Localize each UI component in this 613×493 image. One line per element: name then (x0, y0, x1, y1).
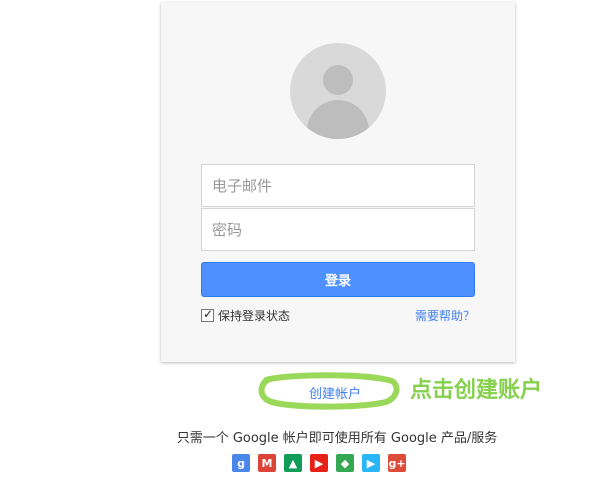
avatar-placeholder-icon (290, 43, 386, 139)
email-field[interactable] (201, 164, 475, 207)
stay-signed-in-checkbox[interactable]: ✓ (201, 306, 214, 322)
signin-button-label: 登录 (324, 274, 351, 289)
product-icons: g M ▲ ▶ ◆ ▶ g+ (232, 454, 406, 474)
google-plus-icon[interactable]: g+ (388, 454, 406, 472)
play-icon[interactable]: ▶ (362, 454, 380, 472)
stay-signed-in[interactable]: ✓ 保持登录状态 (201, 306, 290, 324)
drive-icon[interactable]: ▲ (284, 454, 302, 472)
avatar-head (323, 65, 353, 95)
password-field[interactable] (201, 208, 475, 251)
create-account-annotation: 点击创建账户 (410, 378, 543, 403)
signin-button[interactable]: 登录 (201, 262, 475, 297)
login-card: 登录 ✓ 保持登录状态 需要帮助？ (161, 2, 515, 362)
avatar-body (307, 100, 369, 139)
stay-signed-in-label: 保持登录状态 (218, 308, 291, 323)
help-link[interactable]: 需要帮助？ (415, 307, 475, 324)
youtube-icon[interactable]: ▶ (310, 454, 328, 472)
maps-icon[interactable]: ◆ (336, 454, 354, 472)
checkmark-icon: ✓ (203, 306, 214, 321)
create-account-link[interactable]: 创建帐户 (309, 383, 361, 402)
gmail-icon[interactable]: M (258, 454, 276, 472)
google-search-icon[interactable]: g (232, 454, 250, 472)
tagline: 只需一个 Google 帐户即可使用所有 Google 产品/服务 (176, 431, 498, 446)
